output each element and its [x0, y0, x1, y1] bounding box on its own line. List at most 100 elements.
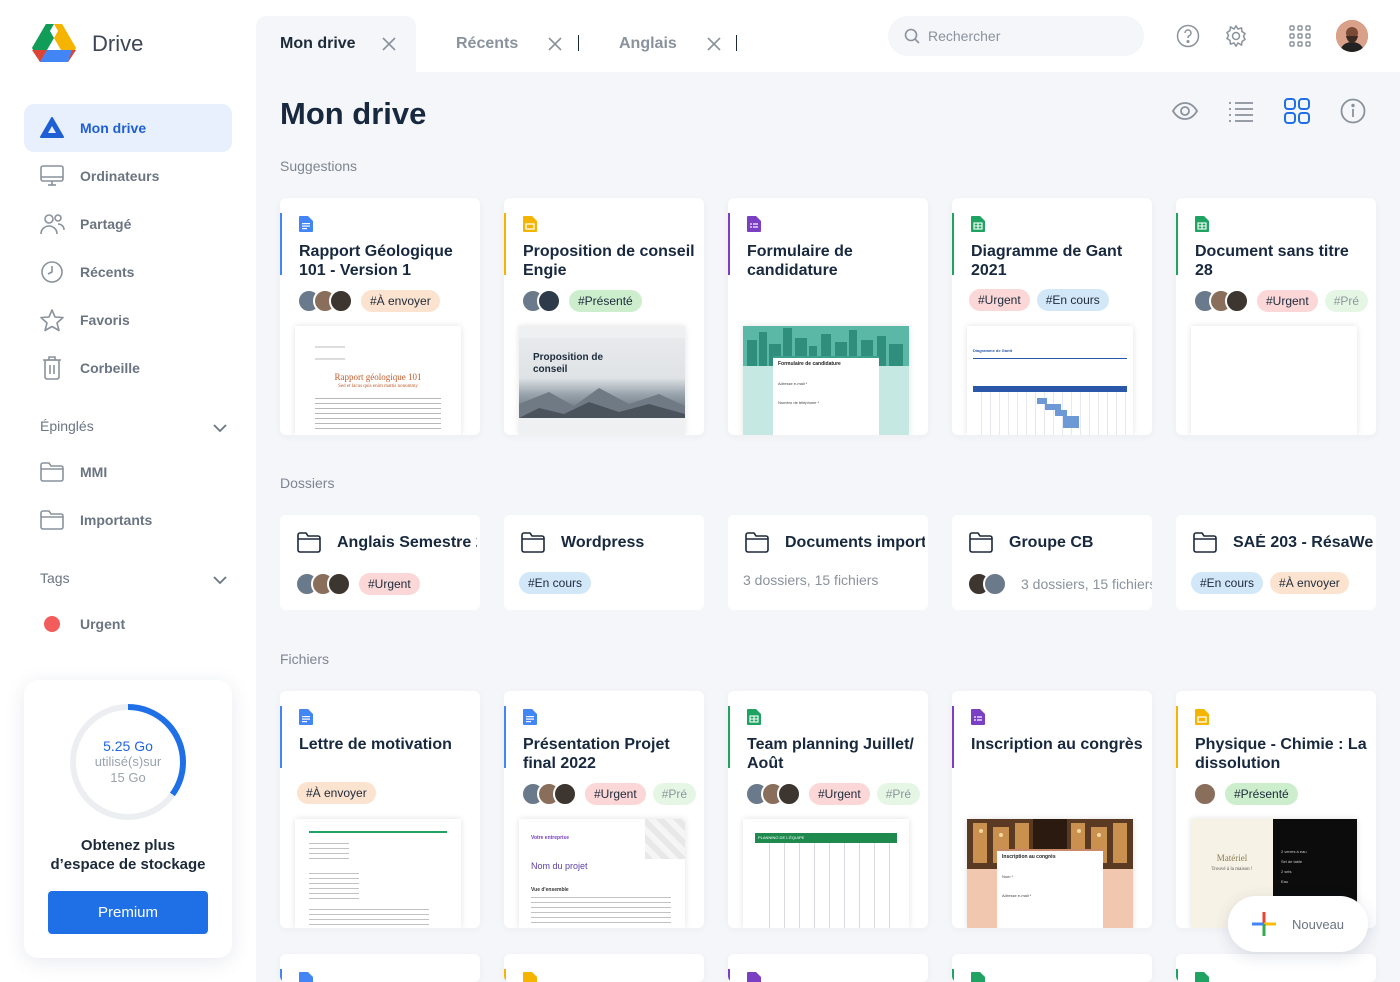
folder-icon — [297, 532, 321, 553]
gear-icon[interactable] — [1224, 24, 1248, 48]
suggestion-card[interactable]: Document sans titre 28 #Urgent #Pré — [1176, 198, 1376, 435]
type-accent-bar — [280, 706, 282, 768]
tag-chip[interactable]: #En cours — [1191, 572, 1264, 594]
avatar[interactable] — [1336, 20, 1368, 52]
tab-label: Anglais — [619, 35, 677, 52]
search-bar[interactable]: Rechercher — [888, 16, 1144, 56]
tab-mon-drive[interactable]: Mon drive — [256, 16, 416, 72]
grid-view-icon[interactable] — [1284, 98, 1310, 124]
sidebar-item-recents[interactable]: Récents — [24, 248, 232, 296]
chevron-down-icon[interactable] — [210, 570, 230, 590]
folder-card[interactable]: Wordpress #En cours — [504, 515, 704, 610]
file-card[interactable]: Présentation Projet final 2022 #Urgent #P… — [504, 691, 704, 928]
card-tags: #Urgent #Pré — [1193, 289, 1375, 313]
doc-icon — [523, 709, 537, 725]
file-card[interactable] — [280, 954, 480, 982]
sheets-icon — [971, 216, 985, 232]
tag-chip[interactable]: #Présenté — [1225, 783, 1298, 805]
suggestion-card[interactable]: Rapport Géologique 101 - Version 1 #À env… — [280, 198, 480, 435]
info-icon[interactable] — [1340, 98, 1366, 124]
tag-item-label: Urgent — [80, 616, 126, 632]
type-accent-bar — [504, 213, 506, 275]
search-placeholder: Rechercher — [928, 28, 1001, 44]
tag-chip[interactable]: #En cours — [519, 572, 592, 594]
type-accent-bar — [952, 213, 954, 275]
folder-title: Wordpress — [561, 534, 645, 551]
tag-chip[interactable]: #Urgent — [809, 783, 870, 805]
drive-logo[interactable]: Drive — [32, 24, 143, 64]
card-title: Rapport Géologique 101 - Version 1 — [299, 243, 453, 279]
file-card[interactable] — [952, 954, 1152, 982]
close-icon[interactable] — [381, 37, 396, 51]
file-card[interactable]: Team planning Juillet/Août #Urgent #Pré … — [728, 691, 928, 928]
sidebar-item-favoris[interactable]: Favoris — [24, 296, 232, 344]
close-icon[interactable] — [707, 37, 721, 51]
document-preview: Rapport géologique 101 Sed et lacus quis… — [295, 326, 461, 435]
tag-item-urgent[interactable]: Urgent — [38, 610, 125, 638]
list-view-icon[interactable] — [1228, 98, 1254, 124]
tab-recents[interactable]: Récents — [456, 16, 562, 72]
folder-title: Documents importants — [785, 534, 925, 551]
card-title: Diagramme de Gant 2021 — [971, 243, 1123, 279]
sidebar-item-partage[interactable]: Partagé — [24, 200, 232, 248]
tag-chip[interactable]: #Urgent — [359, 573, 420, 595]
sidebar-item-corbeille[interactable]: Corbeille — [24, 344, 232, 392]
folder-icon — [521, 532, 545, 553]
tag-chip[interactable]: #Urgent — [969, 289, 1030, 311]
type-accent-bar — [280, 969, 282, 982]
file-card[interactable] — [1176, 954, 1376, 982]
file-card[interactable]: Inscription au congrès Inscription au co… — [952, 691, 1152, 928]
folder-icon — [38, 458, 66, 486]
pinned-item-mmi[interactable]: MMI — [38, 458, 107, 486]
tag-chip[interactable]: #Urgent — [585, 783, 646, 805]
suggestion-card[interactable]: Diagramme de Gant 2021 #Urgent #En cours … — [952, 198, 1152, 435]
sheets-icon — [1195, 216, 1209, 232]
tag-chip[interactable]: #Présenté — [569, 290, 642, 312]
tag-chip[interactable]: #Pré — [652, 783, 697, 805]
new-button[interactable]: Nouveau — [1228, 896, 1368, 952]
apps-grid-icon[interactable] — [1288, 24, 1312, 48]
tag-chip[interactable]: #Urgent — [1257, 290, 1318, 312]
card-title: Lettre de motivation — [299, 736, 452, 753]
preview-title: Matériel — [1216, 853, 1248, 863]
premium-button[interactable]: Premium — [48, 891, 208, 934]
folder-card[interactable]: Documents importants 3 dossiers, 15 fich… — [728, 515, 928, 610]
card-title: Inscription au congrès — [971, 736, 1143, 753]
card-title: Proposition de conseil Engie — [523, 243, 695, 279]
file-card[interactable]: Physique - Chimie : La dissolution #Prése… — [1176, 691, 1376, 928]
suggestion-card[interactable]: Formulaire de candidature Formulaire de c… — [728, 198, 928, 435]
file-card[interactable] — [504, 954, 704, 982]
preview-field: Adresse e-mail * — [778, 381, 808, 386]
sidebar-nav: Mon drive Ordinateurs Partagé Récents Fa… — [24, 104, 232, 392]
tag-chip[interactable]: #Pré — [876, 783, 921, 805]
tag-chip[interactable]: #À envoyer — [1270, 572, 1349, 594]
help-icon[interactable] — [1176, 24, 1200, 48]
chevron-down-icon[interactable] — [210, 418, 230, 438]
file-card[interactable] — [728, 954, 928, 982]
folder-card[interactable]: SAÉ 203 - RésaWeb #En cours #À envoyer — [1176, 515, 1376, 610]
sidebar-item-ordinateurs[interactable]: Ordinateurs — [24, 152, 232, 200]
doc-icon — [299, 972, 313, 982]
eye-icon[interactable] — [1172, 98, 1198, 124]
file-card[interactable]: Lettre de motivation #À envoyer — [280, 691, 480, 928]
folder-card[interactable]: Anglais Semestre 2 #Urgent — [280, 515, 480, 610]
tag-chip[interactable]: #À envoyer — [361, 290, 440, 312]
tab-anglais[interactable]: Anglais — [619, 16, 721, 72]
tag-chip[interactable]: #En cours — [1036, 289, 1109, 311]
suggestion-card[interactable]: Proposition de conseil Engie #Présenté Pr… — [504, 198, 704, 435]
forms-icon — [747, 972, 761, 982]
folder-tags: #En cours — [519, 572, 598, 594]
close-icon[interactable] — [548, 37, 562, 51]
folder-card[interactable]: Groupe CB 3 dossiers, 15 fichiers — [952, 515, 1152, 610]
clock-icon — [38, 258, 66, 286]
folder-icon — [969, 532, 993, 553]
type-accent-bar — [504, 969, 506, 982]
preview-title: Inscription au congrès — [1002, 854, 1056, 860]
tag-chip[interactable]: #Pré — [1324, 290, 1369, 312]
sidebar-item-mon-drive[interactable]: Mon drive — [24, 104, 232, 152]
type-accent-bar — [952, 969, 954, 982]
pinned-item-importants[interactable]: Importants — [38, 506, 152, 534]
slides-preview: Proposition de conseil — [519, 326, 685, 435]
tag-chip[interactable]: #À envoyer — [297, 782, 376, 804]
type-accent-bar — [952, 706, 954, 768]
